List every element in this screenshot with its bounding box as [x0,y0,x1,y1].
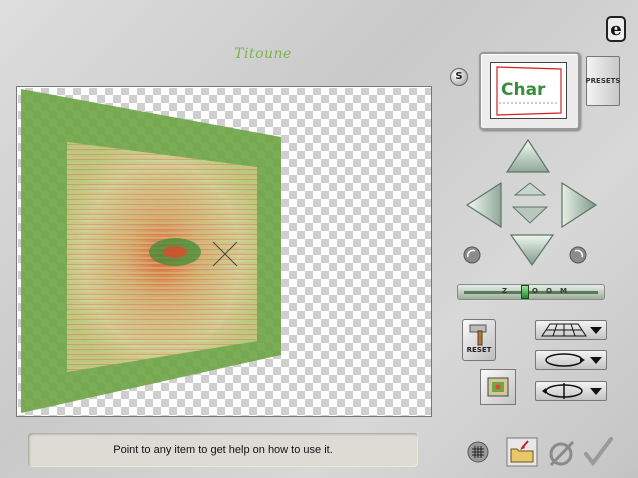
chevron-down-icon [590,327,602,334]
center-core [163,246,187,258]
triangle-left-icon [465,181,502,229]
hammer-icon [469,324,487,346]
thumbnail-preview: Char [479,52,580,130]
rotate-ellipse-dropdown[interactable] [535,350,607,370]
ok-button[interactable] [582,436,614,468]
thumbnail-text: Char [501,80,546,100]
grid-icon [467,441,489,463]
small-triangle-up-icon [514,182,546,196]
small-up-arrow-button[interactable] [514,182,546,196]
small-triangle-down-icon [512,206,548,224]
rotate-right-button[interactable] [568,245,588,265]
brand-title: Titoune [234,46,292,62]
cancel-button[interactable] [547,438,577,468]
ellipse-arrows-icon [545,353,585,367]
reset-label: RESET [466,346,492,354]
down-arrow-button[interactable] [509,233,555,267]
help-bar: Point to any item to get help on how to … [28,433,418,467]
up-arrow-button[interactable] [505,138,551,174]
flip-rotate-icon [542,383,583,399]
s-button[interactable]: S [450,68,468,86]
zoom-letter: Z [502,287,508,295]
folder-icon [506,437,538,467]
zoom-slider-thumb[interactable] [520,285,529,299]
chevron-down-icon [590,388,602,395]
flip-rotate-dropdown[interactable] [535,381,607,401]
triangle-up-icon [505,138,551,173]
perspective-image [21,89,281,413]
presets-button[interactable]: PRESETS [586,56,620,106]
grid-button[interactable] [467,441,489,463]
triangle-right-icon [561,181,598,229]
zoom-letter: M [560,287,567,295]
zoom-slider-track [464,291,598,294]
help-text: Point to any item to get help on how to … [113,444,333,456]
rotate-right-icon [569,246,587,264]
rotate-left-button[interactable] [462,245,482,265]
thumbnail-image: Char [490,62,567,119]
image-icon [487,377,509,397]
perspective-grid-dropdown[interactable] [535,320,607,340]
preview-canvas[interactable] [16,86,432,417]
rotate-left-icon [463,246,481,264]
checkmark-icon [584,437,613,467]
logo-e-icon[interactable]: e [606,16,626,42]
cancel-icon [549,440,575,467]
right-arrow-button[interactable] [560,181,598,229]
image-thumbnail-button[interactable] [480,369,516,405]
open-folder-button[interactable] [506,437,538,467]
app-window: Titoune e S Char PRESETS Z O O M RESET P… [0,0,638,478]
zoom-slider[interactable]: Z O O M [457,284,605,300]
left-arrow-button[interactable] [465,181,503,229]
perspective-grid-icon [541,323,587,337]
triangle-down-icon [509,234,555,267]
presets-label: PRESETS [585,77,621,85]
zoom-letter: O [546,287,552,295]
zoom-letter: O [532,287,538,295]
small-down-arrow-button[interactable] [512,206,548,224]
reset-button[interactable]: RESET [462,319,496,361]
chevron-down-icon [590,357,602,364]
